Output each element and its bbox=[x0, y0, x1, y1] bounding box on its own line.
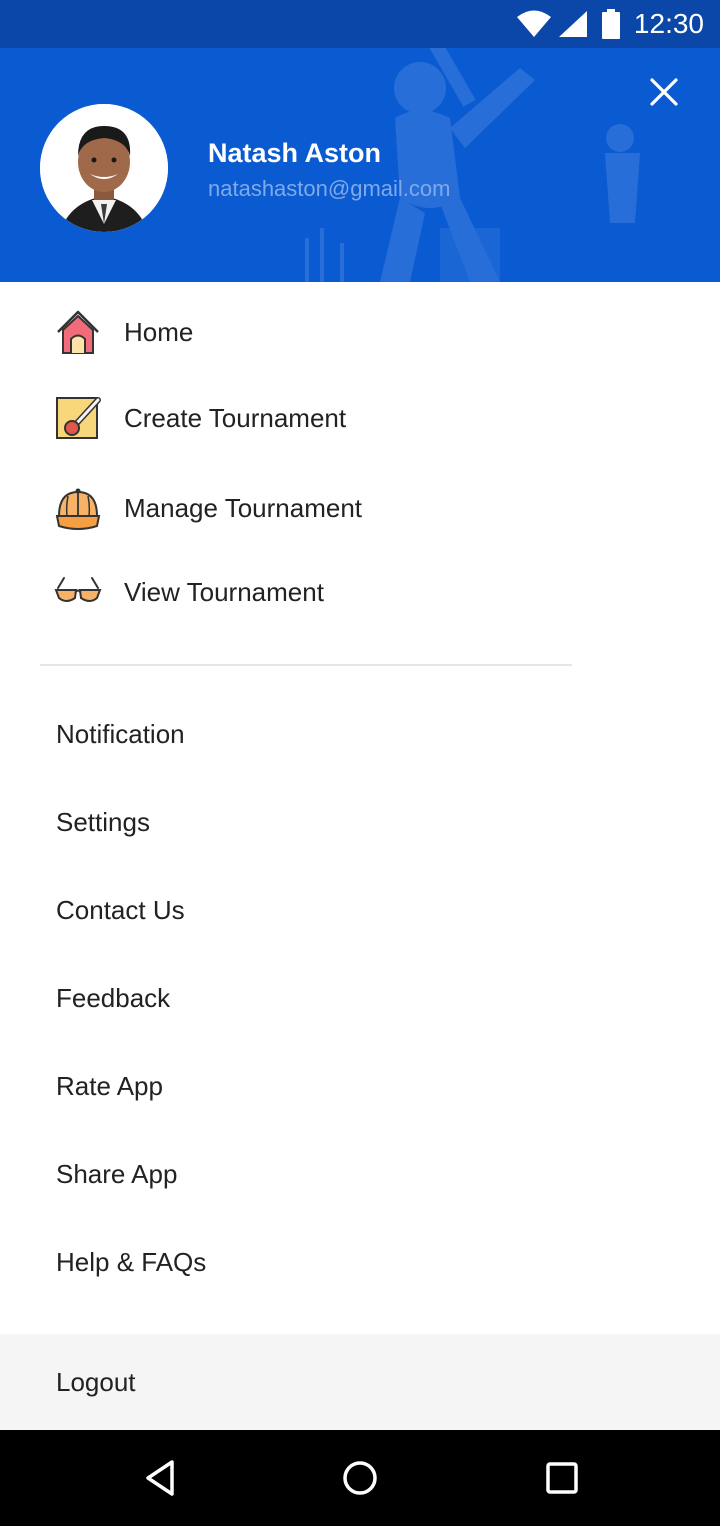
wifi-icon bbox=[516, 10, 552, 38]
menu-item-help-faqs[interactable]: Help & FAQs bbox=[0, 1222, 720, 1302]
menu-item-notification[interactable]: Notification bbox=[0, 694, 720, 774]
recents-button[interactable] bbox=[538, 1454, 586, 1502]
status-icons: 12:30 bbox=[516, 0, 704, 48]
menu-item-view-tournament[interactable]: View Tournament bbox=[0, 552, 720, 632]
menu-item-share-app[interactable]: Share App bbox=[0, 1134, 720, 1214]
logout-button[interactable]: Logout bbox=[0, 1334, 720, 1430]
user-avatar-image bbox=[40, 104, 168, 232]
menu-item-settings[interactable]: Settings bbox=[0, 782, 720, 862]
menu-item-home[interactable]: Home bbox=[0, 292, 720, 372]
menu-item-label: Notification bbox=[56, 718, 185, 749]
create-tournament-icon bbox=[54, 394, 102, 442]
menu-item-label: Create Tournament bbox=[124, 402, 347, 433]
home-nav-button[interactable] bbox=[336, 1454, 384, 1502]
menu-item-rate-app[interactable]: Rate App bbox=[0, 1046, 720, 1126]
signal-icon bbox=[558, 10, 588, 38]
avatar[interactable] bbox=[40, 104, 168, 232]
status-bar: 12:30 bbox=[0, 0, 720, 48]
cap-icon bbox=[54, 484, 102, 532]
menu-item-label: Help & FAQs bbox=[56, 1246, 207, 1277]
menu-item-label: Contact Us bbox=[56, 894, 185, 925]
drawer-header: Natash Aston natashaston@gmail.com bbox=[0, 48, 720, 282]
logout-label: Logout bbox=[56, 1366, 136, 1397]
menu-item-label: Rate App bbox=[56, 1070, 163, 1101]
menu-item-label: Settings bbox=[56, 806, 150, 837]
menu-item-label: Home bbox=[124, 316, 194, 347]
menu-item-label: Manage Tournament bbox=[124, 492, 363, 523]
close-button[interactable] bbox=[640, 68, 688, 116]
home-nav-icon bbox=[343, 1461, 377, 1495]
menu-item-label: Feedback bbox=[56, 982, 171, 1013]
menu-item-create-tournament[interactable]: Create Tournament bbox=[0, 378, 720, 458]
menu-item-label: Share App bbox=[56, 1158, 178, 1189]
menu-item-manage-tournament[interactable]: Manage Tournament bbox=[0, 468, 720, 548]
system-nav-bar bbox=[0, 1430, 720, 1526]
status-time: 12:30 bbox=[633, 8, 704, 39]
close-icon bbox=[650, 78, 678, 106]
glasses-icon bbox=[54, 568, 102, 616]
navigation-drawer-screen: 12:30 Natash Aston natashaston@gmail.com… bbox=[0, 0, 720, 1526]
back-icon bbox=[146, 1460, 174, 1496]
battery-icon bbox=[601, 9, 620, 39]
recents-icon bbox=[546, 1462, 578, 1494]
user-name: Natash Aston bbox=[208, 138, 382, 168]
menu-item-label: View Tournament bbox=[124, 576, 324, 607]
menu-divider bbox=[40, 664, 572, 666]
menu-item-contact-us[interactable]: Contact Us bbox=[0, 870, 720, 950]
back-button[interactable] bbox=[136, 1454, 184, 1502]
home-icon bbox=[54, 308, 102, 356]
menu-item-feedback[interactable]: Feedback bbox=[0, 958, 720, 1038]
user-email: natashaston@gmail.com bbox=[208, 176, 451, 201]
